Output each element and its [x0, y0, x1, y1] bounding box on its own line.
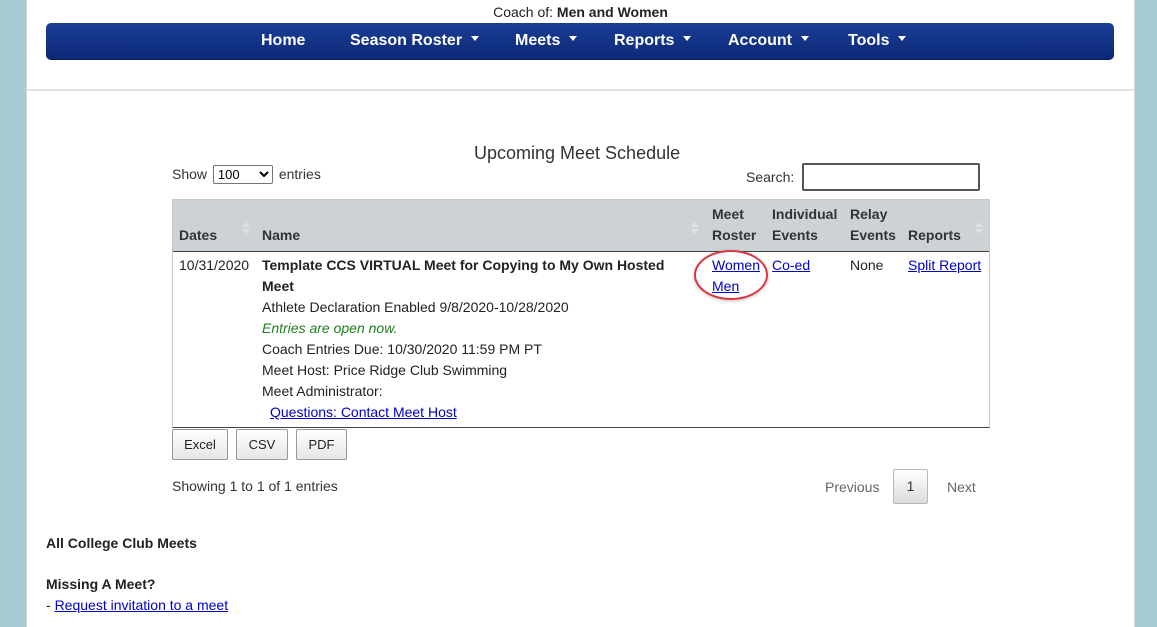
- table-header: Dates Name Meet Roster Individual Events…: [173, 200, 989, 252]
- divider: [27, 89, 1134, 91]
- nav-season-roster[interactable]: Season Roster: [350, 23, 480, 59]
- sort-icon: [242, 222, 250, 235]
- export-pdf-button[interactable]: PDF: [296, 429, 347, 460]
- caret-down-icon: [898, 36, 907, 42]
- export-excel-button[interactable]: Excel: [172, 429, 228, 460]
- reports-cell: Split Report: [908, 255, 981, 276]
- entries-status: Entries are open now.: [262, 320, 398, 336]
- coach-label: Coach of:: [493, 4, 554, 20]
- pagination-page[interactable]: 1: [893, 469, 928, 504]
- relay-events-value: None: [850, 257, 884, 273]
- individual-events-cell: Co-ed: [772, 255, 810, 276]
- page-content: Coach of: Men and Women Home Season Rost…: [26, 0, 1135, 627]
- column-header-line: Events: [850, 227, 896, 243]
- nav-home-label: Home: [261, 32, 306, 49]
- column-header-reports[interactable]: Reports: [908, 225, 961, 246]
- nav-tools-label: Tools: [848, 32, 890, 49]
- column-header-line: Meet: [712, 206, 744, 222]
- column-header-meet-roster[interactable]: Meet Roster: [712, 204, 756, 246]
- meet-roster-cell: Women Men: [712, 255, 760, 297]
- pagination-previous[interactable]: Previous: [825, 479, 879, 495]
- meet-host: Meet Host: Price Ridge Club Swimming: [262, 362, 508, 378]
- caret-down-icon: [569, 36, 578, 42]
- column-header-name[interactable]: Name: [262, 225, 300, 246]
- sort-icon: [691, 222, 699, 235]
- individual-events-link[interactable]: Co-ed: [772, 257, 810, 273]
- pagination-next[interactable]: Next: [947, 479, 976, 495]
- caret-down-icon: [683, 36, 692, 42]
- column-header-line: Individual: [772, 206, 838, 222]
- column-header-line: Roster: [712, 227, 757, 243]
- main-navbar: Home Season Roster Meets Reports Account…: [46, 23, 1114, 60]
- request-invitation-link[interactable]: Request invitation to a meet: [55, 597, 229, 613]
- entries-per-page-select[interactable]: 100: [212, 165, 273, 184]
- missing-meet-heading: Missing A Meet?: [46, 576, 156, 592]
- coach-of-line: Coach of: Men and Women: [27, 4, 1134, 20]
- column-header-dates[interactable]: Dates: [179, 225, 217, 246]
- show-label: Show: [172, 166, 208, 182]
- coach-value: Men and Women: [556, 4, 668, 20]
- column-header-line: Relay: [850, 206, 888, 222]
- declaration-text: Athlete Declaration Enabled 9/8/2020-10/…: [262, 299, 569, 315]
- split-report-link[interactable]: Split Report: [908, 257, 981, 273]
- table-title: Upcoming Meet Schedule: [474, 143, 681, 163]
- roster-women-link[interactable]: Women: [712, 257, 760, 273]
- nav-account-label: Account: [728, 32, 792, 49]
- nav-reports-label: Reports: [614, 32, 675, 49]
- contact-meet-host-link[interactable]: Questions: Contact Meet Host: [270, 404, 457, 420]
- column-header-relay-events[interactable]: Relay Events: [850, 204, 896, 246]
- meet-details: Template CCS VIRTUAL Meet for Copying to…: [262, 255, 692, 423]
- nav-meets[interactable]: Meets: [515, 23, 578, 59]
- meet-date: 10/31/2020: [179, 257, 250, 273]
- search-input[interactable]: [802, 163, 980, 191]
- meet-name-line: Template CCS VIRTUAL Meet for Copying to…: [262, 257, 665, 273]
- length-control: Show 100 entries: [172, 165, 321, 184]
- search-label: Search:: [746, 169, 795, 185]
- meet-schedule-table: Dates Name Meet Roster Individual Events…: [172, 199, 990, 428]
- caret-down-icon: [801, 36, 809, 42]
- column-header-individual-events[interactable]: Individual Events: [772, 204, 837, 246]
- request-invitation-line: - Request invitation to a meet: [46, 597, 228, 613]
- entries-due: Coach Entries Due: 10/30/2020 11:59 PM P…: [262, 341, 542, 357]
- dash: -: [46, 597, 51, 613]
- sort-icon: [975, 222, 983, 235]
- column-header-line: Events: [772, 227, 818, 243]
- entries-label: entries: [278, 166, 321, 182]
- nav-tools[interactable]: Tools: [848, 23, 907, 59]
- table-info: Showing 1 to 1 of 1 entries: [172, 478, 338, 494]
- nav-home[interactable]: Home: [261, 23, 305, 59]
- nav-meets-label: Meets: [515, 32, 561, 49]
- nav-account[interactable]: Account: [728, 23, 809, 59]
- caret-down-icon: [471, 36, 480, 42]
- meet-administrator: Meet Administrator:: [262, 383, 383, 399]
- all-college-club-meets-heading: All College Club Meets: [46, 535, 197, 551]
- roster-men-link[interactable]: Men: [712, 278, 739, 294]
- export-csv-button[interactable]: CSV: [236, 429, 288, 460]
- nav-reports[interactable]: Reports: [614, 23, 692, 59]
- nav-season-roster-label: Season Roster: [350, 32, 463, 49]
- meet-name-line: Meet: [262, 278, 294, 294]
